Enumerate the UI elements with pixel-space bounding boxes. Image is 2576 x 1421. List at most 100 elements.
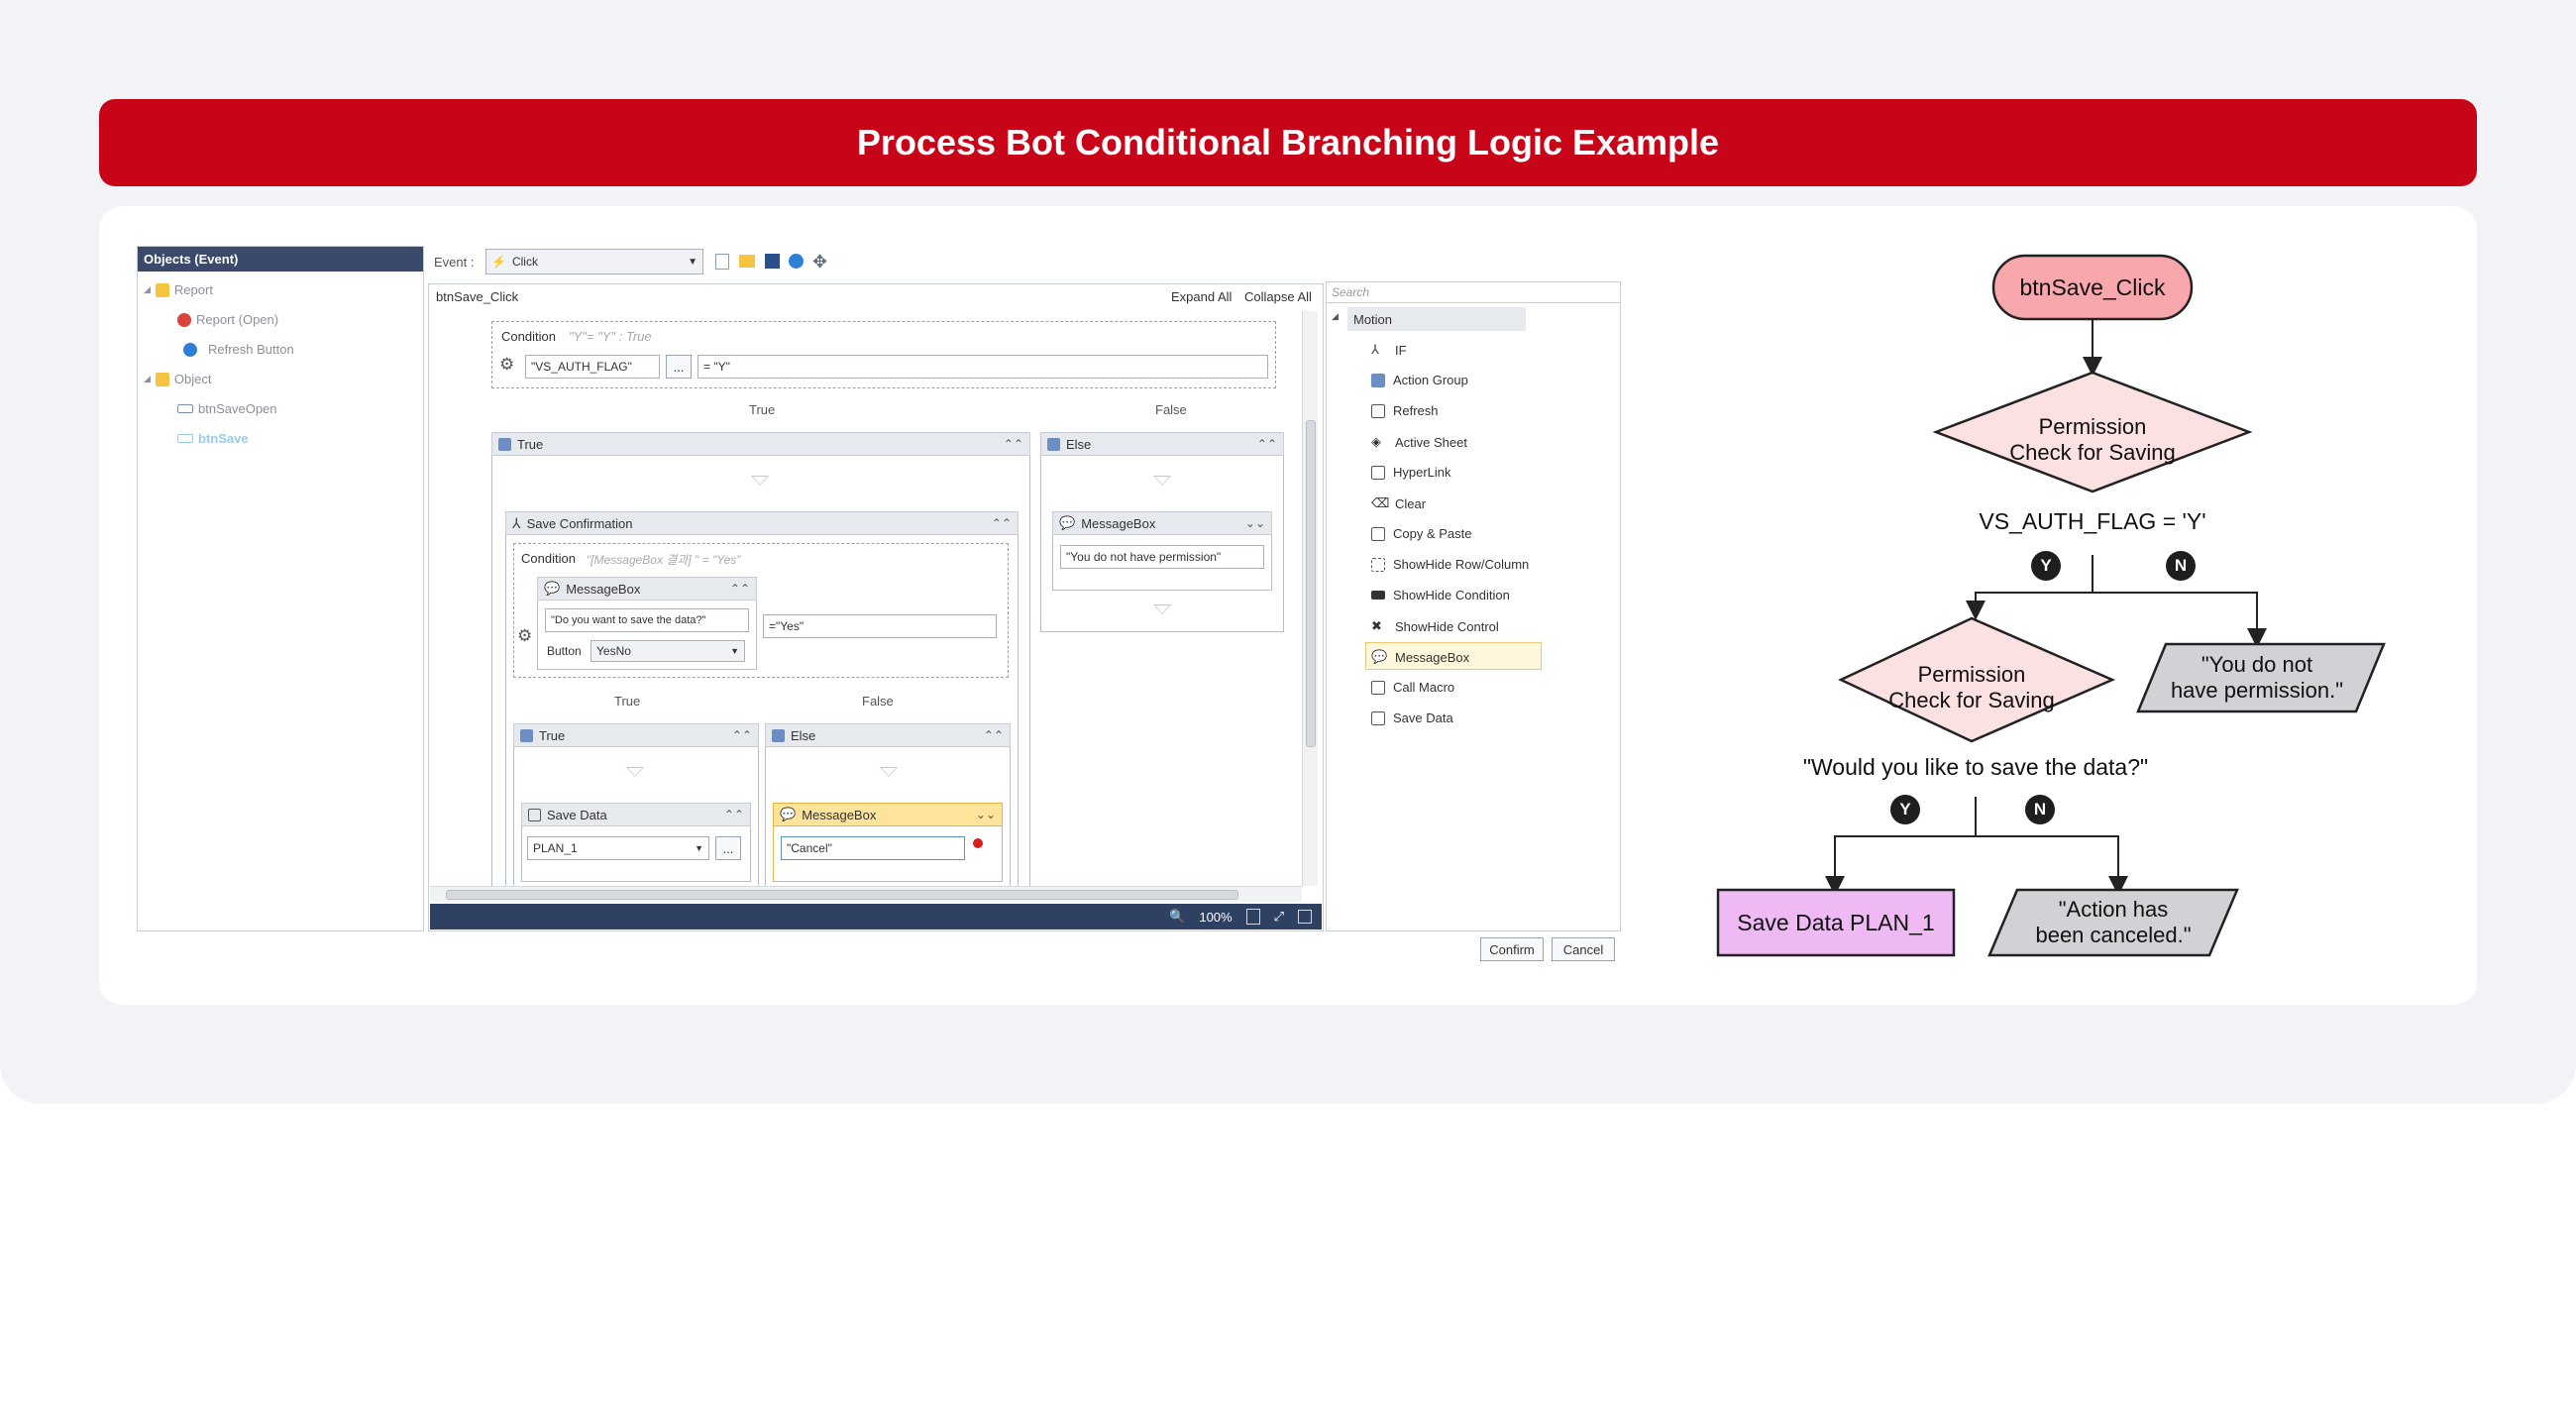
cancel-msgbox-header[interactable]: 💬 MessageBox ⌄⌄	[773, 803, 1003, 826]
event-select[interactable]: ⚡ Click ▼	[485, 249, 703, 274]
motion-item-call-macro[interactable]: Call Macro	[1371, 680, 1454, 695]
action-group-icon	[772, 728, 785, 742]
action-group-icon	[498, 437, 511, 451]
condition-value-input[interactable]: = "Y"	[698, 355, 1268, 379]
save-node-label: Save Data PLAN_1	[1737, 910, 1935, 935]
motion-item-refresh[interactable]: Refresh	[1371, 403, 1439, 418]
open-folder-icon[interactable]	[739, 255, 755, 268]
save-data-header[interactable]: Save Data ⌃⌃	[521, 803, 751, 826]
canceled-label: "Action has been canceled."	[2035, 897, 2192, 947]
inner-false-label: False	[862, 694, 894, 709]
collapse-icon[interactable]: ⌃⌃	[724, 808, 744, 821]
tree-item-report-open[interactable]: Report (Open)	[177, 312, 278, 327]
move-icon[interactable]: ✥	[812, 252, 827, 273]
messagebox-icon: 💬	[544, 581, 561, 596]
fit-page-icon[interactable]	[1245, 909, 1260, 925]
tree-item-object[interactable]: ◢ Object	[144, 372, 212, 386]
folder-icon	[155, 282, 169, 297]
collapse-icon[interactable]: ⌃⌃	[992, 516, 1012, 530]
expand-icon[interactable]: ⌄⌄	[976, 808, 996, 821]
inner-true-header[interactable]: True ⌃⌃	[513, 723, 759, 747]
cancel-msgbox-text-input[interactable]: "Cancel"	[781, 836, 965, 860]
horizontal-scrollbar[interactable]	[430, 886, 1302, 902]
collapse-icon[interactable]: ⌃⌃	[984, 728, 1004, 742]
zoom-level: 100%	[1199, 909, 1233, 925]
msgbox-condition-header[interactable]: 💬 MessageBox ⌃⌃	[537, 577, 757, 601]
compare-value-input[interactable]: ="Yes"	[763, 614, 997, 638]
button-type-select[interactable]: YesNo ▼	[590, 640, 745, 662]
zoom-icon[interactable]: 🔍	[1169, 909, 1185, 925]
connector	[1976, 835, 2128, 896]
decision-node-1-label: Permission Check for Saving	[2009, 414, 2176, 465]
else-branch-header[interactable]: Else ⌃⌃	[1040, 432, 1284, 456]
expand-icon[interactable]: ⌄⌄	[1245, 516, 1265, 530]
else-msgbox-header[interactable]: 💬 MessageBox ⌄⌄	[1052, 511, 1272, 535]
vertical-scroll-thumb[interactable]	[1306, 420, 1316, 747]
horizontal-scroll-thumb[interactable]	[446, 890, 1238, 900]
editor-title: btnSave_Click	[436, 289, 519, 304]
gear-icon[interactable]: ⚙	[499, 355, 514, 375]
motion-item-active-sheet[interactable]: ◈ Active Sheet	[1371, 434, 1467, 450]
showhide-condition-icon	[1371, 591, 1385, 600]
motion-item-showhide-control[interactable]: ✖ ShowHide Control	[1371, 618, 1499, 634]
motion-item-action-group[interactable]: Action Group	[1371, 373, 1468, 387]
inner-else-header[interactable]: Else ⌃⌃	[765, 723, 1011, 747]
yes-badge: Y	[2031, 551, 2061, 581]
motion-item-clear[interactable]: ⌫ Clear	[1371, 495, 1426, 511]
objects-panel: Objects (Event) ◢ Report Report (Open) R…	[137, 246, 424, 931]
expand-all-button[interactable]: Expand All	[1171, 289, 1232, 304]
showhide-row-icon	[1371, 557, 1385, 572]
save-condition-hint: "[MessageBox 결과] " = "Yes"	[587, 553, 741, 567]
fullscreen-icon[interactable]	[1298, 910, 1312, 924]
save-data-browse-button[interactable]: ...	[715, 836, 741, 860]
chevron-down-icon: ▼	[688, 256, 698, 268]
confirm-button[interactable]: Confirm	[1480, 937, 1544, 961]
motion-item-if[interactable]: ⅄ IF	[1371, 342, 1407, 358]
messagebox-icon: 💬	[1371, 649, 1388, 664]
new-file-icon[interactable]	[715, 254, 729, 270]
button-object-icon	[177, 404, 193, 413]
flow-arrow-icon	[751, 476, 769, 486]
collapse-all-button[interactable]: Collapse All	[1244, 289, 1312, 304]
gear-icon[interactable]: ⚙	[517, 626, 532, 646]
tree-item-btnsave[interactable]: btnSave	[177, 431, 249, 446]
tree-item-report[interactable]: ◢ Report	[144, 282, 213, 297]
lightning-icon: ⚡	[491, 255, 506, 269]
save-icon[interactable]	[765, 254, 780, 269]
motion-item-showhide-condition[interactable]: ShowHide Condition	[1371, 588, 1510, 602]
motion-item-copy-paste[interactable]: Copy & Paste	[1371, 526, 1472, 541]
condition-field-input[interactable]: "VS_AUTH_FLAG"	[525, 355, 660, 379]
tree-item-btnsaveopen[interactable]: btnSaveOpen	[177, 401, 277, 416]
collapse-icon[interactable]: ⌃⌃	[1004, 437, 1023, 451]
motion-search-input[interactable]: Search	[1326, 281, 1621, 303]
motion-item-messagebox[interactable]: 💬 MessageBox	[1371, 649, 1469, 665]
status-bar: 🔍 100% ⤢	[430, 904, 1322, 929]
motion-group-header[interactable]: Motion	[1347, 307, 1526, 331]
collapse-icon[interactable]: ⌃⌃	[732, 728, 752, 742]
tree-item-refresh-button[interactable]: Refresh Button	[183, 342, 294, 357]
start-node-label: btnSave_Click	[2019, 274, 2166, 300]
true-branch-header[interactable]: True ⌃⌃	[491, 432, 1030, 456]
refresh-icon	[1371, 403, 1385, 418]
collapse-icon[interactable]: ⌃⌃	[730, 582, 750, 596]
else-msgbox-text-input[interactable]: "You do not have permission"	[1060, 545, 1264, 569]
fit-width-icon[interactable]: ⤢	[1274, 909, 1284, 925]
cancel-button[interactable]: Cancel	[1552, 937, 1615, 961]
save-confirmation-header[interactable]: ⅄ Save Confirmation ⌃⌃	[505, 511, 1019, 535]
expand-icon[interactable]: ◢	[1332, 311, 1339, 322]
motion-item-save-data[interactable]: Save Data	[1371, 710, 1453, 725]
save-data-select[interactable]: PLAN_1 ▼	[527, 836, 709, 860]
vertical-scrollbar[interactable]	[1302, 311, 1318, 886]
condition-browse-button[interactable]: ...	[666, 355, 692, 379]
action-group-icon	[1371, 373, 1385, 387]
clear-icon: ⌫	[1371, 495, 1390, 510]
collapse-icon[interactable]: ⌃⌃	[1257, 437, 1277, 451]
motion-item-hyperlink[interactable]: HyperLink	[1371, 465, 1451, 480]
copy-paste-icon	[1371, 526, 1385, 541]
yes-badge: Y	[1890, 795, 1920, 824]
chevron-down-icon: ▼	[730, 646, 739, 656]
msgbox-text-input[interactable]: "Do you want to save the data?"	[545, 608, 749, 632]
motion-item-showhide-row-column[interactable]: ShowHide Row/Column	[1371, 557, 1529, 572]
connector	[1966, 592, 2093, 620]
info-icon[interactable]	[789, 254, 804, 269]
